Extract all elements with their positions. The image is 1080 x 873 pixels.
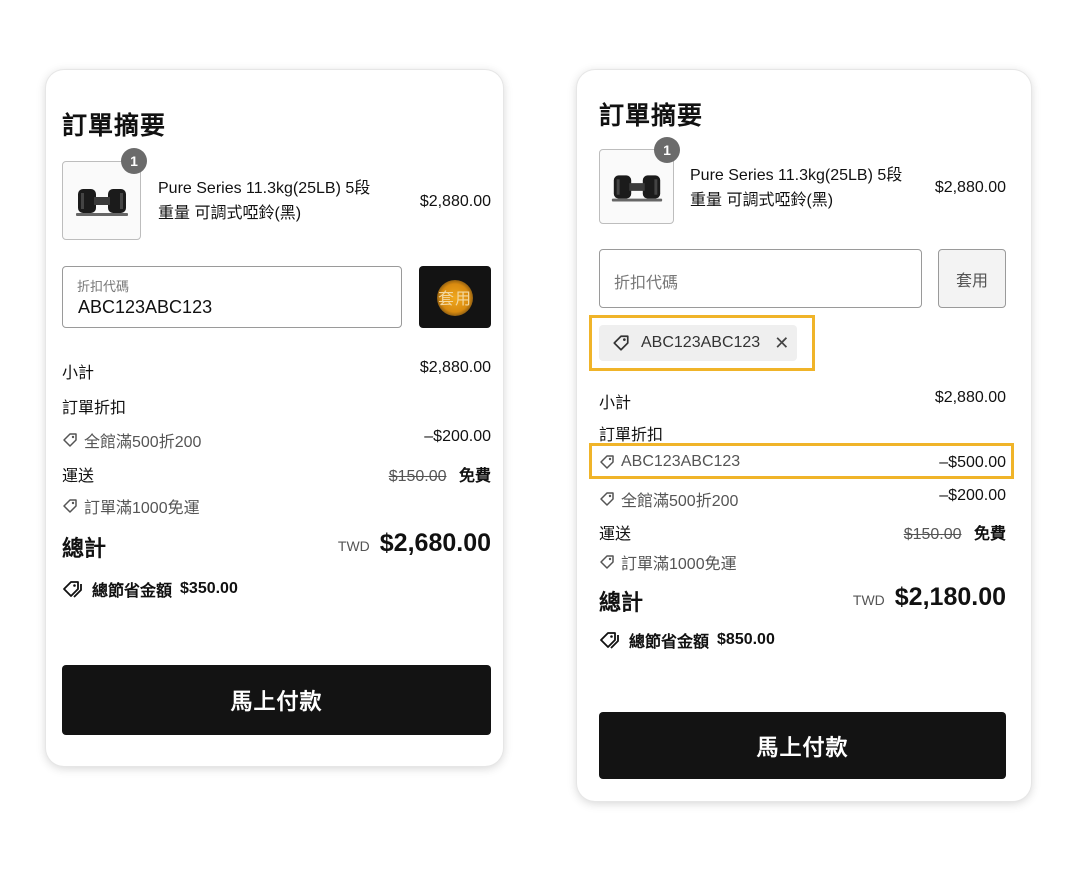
total-savings: 總節省金額 $850.00 [599,628,775,652]
tag-icon [600,455,614,469]
discount-amount: –$200.00 [424,428,491,445]
product-price: $2,880.00 [934,179,1006,196]
page-title: 訂單摘要 [599,102,704,130]
total-value: $2,680.00 [379,529,491,557]
apply-button-label: 套用 [955,272,988,290]
tag-icon [600,555,614,569]
shipping-free: 免費 [458,468,491,485]
product-name: Pure Series 11.3kg(25LB) 5段 重量 可調式啞鈴(黑) [158,176,398,226]
order-discount-label: 訂單折扣 [62,400,127,417]
shipping-free: 免費 [973,526,1006,543]
discount-code-placeholder: 折扣代碼 [614,275,679,292]
discount-amount: –$500.00 [939,454,1006,471]
tag-icon [613,335,629,351]
savings-label: 總節省金額 [629,634,710,651]
tag-icon [63,433,77,447]
shipping-value: $150.00 免費 [389,462,491,486]
apply-button[interactable]: 套用 [938,249,1006,308]
discount-line: 全館滿500折200 [62,428,201,452]
product-name-line1: Pure Series 11.3kg(25LB) 5段 [158,180,371,197]
total-savings: 總節省金額 $350.00 [62,577,238,601]
total-amount: TWD $2,180.00 [853,583,1006,612]
pay-now-label: 馬上付款 [230,689,323,714]
order-discount-label: 訂單折扣 [599,427,664,444]
remove-code-icon[interactable]: ✕ [774,333,789,354]
discount-code-value[interactable]: ABC123ABC123 [78,297,212,318]
discount-code-label: 折扣代碼 [77,279,130,294]
pay-now-button[interactable]: 馬上付款 [599,712,1006,779]
shipping-original-price: $150.00 [388,468,447,485]
total-label: 總計 [62,536,107,561]
currency-code: TWD [852,592,885,608]
savings-tag-icon [600,632,619,649]
discount-amount: –$200.00 [939,487,1006,504]
apply-button-label: 套用 [437,291,472,308]
product-name-line2: 重量 可調式啞鈴(黑) [158,205,302,222]
shipping-value: $150.00 免費 [904,520,1006,544]
pay-now-label: 馬上付款 [756,734,849,760]
quantity-badge: 1 [654,137,680,163]
shipping-promo: 訂單滿1000免運 [599,550,737,574]
discount-name: ABC123ABC123 [621,453,741,470]
subtotal-value: $2,880.00 [934,389,1006,406]
product-name-line1: Pure Series 11.3kg(25LB) 5段 [690,167,903,184]
subtotal-label: 小計 [62,365,95,382]
page-title: 訂單摘要 [62,112,167,140]
product-name-line2: 重量 可調式啞鈴(黑) [690,192,834,209]
tag-icon [63,499,77,513]
total-label: 總計 [599,590,644,615]
total-value: $2,180.00 [894,583,1006,611]
total-amount: TWD $2,680.00 [338,529,491,558]
currency-code: TWD [337,538,370,554]
discount-name: 全館滿500折200 [621,493,739,510]
savings-tag-icon [63,581,82,598]
subtotal-value: $2,880.00 [419,359,491,376]
apply-button[interactable]: 套用 [419,266,491,328]
order-summary-card-after: 訂單摘要 1 Pure Series 11.3kg(25LB) 5段 重量 可調… [577,70,1031,801]
applied-discount-chip: ABC123ABC123 ✕ [599,325,797,361]
tag-icon [600,492,614,506]
shipping-promo: 訂單滿1000免運 [62,494,200,518]
pay-now-button[interactable]: 馬上付款 [62,665,491,735]
dumbbell-icon [611,174,662,201]
discount-code-field[interactable]: 折扣代碼 ABC123ABC123 [62,266,402,328]
discount-line-store: 全館滿500折200 [599,487,738,511]
discount-name: 全館滿500折200 [84,434,202,451]
subtotal-label: 小計 [599,395,632,412]
applied-code-text: ABC123ABC123 [641,334,761,351]
shipping-promo-text: 訂單滿1000免運 [621,556,737,573]
shipping-label: 運送 [62,468,95,485]
discount-line-code: ABC123ABC123 [599,453,740,471]
shipping-promo-text: 訂單滿1000免運 [84,500,200,517]
product-price: $2,880.00 [419,193,491,210]
savings-value: $850.00 [717,631,775,648]
quantity-badge: 1 [121,148,147,174]
savings-label: 總節省金額 [92,583,173,600]
discount-code-field[interactable]: 折扣代碼 [599,249,922,308]
dumbbell-icon [75,188,128,216]
shipping-original-price: $150.00 [903,526,962,543]
shipping-label: 運送 [599,526,632,543]
savings-value: $350.00 [180,580,238,597]
order-summary-card-before: 訂單摘要 1 Pure Series 11.3kg(25LB) 5段 重量 可調… [46,70,503,766]
product-name: Pure Series 11.3kg(25LB) 5段 重量 可調式啞鈴(黑) [690,163,920,213]
